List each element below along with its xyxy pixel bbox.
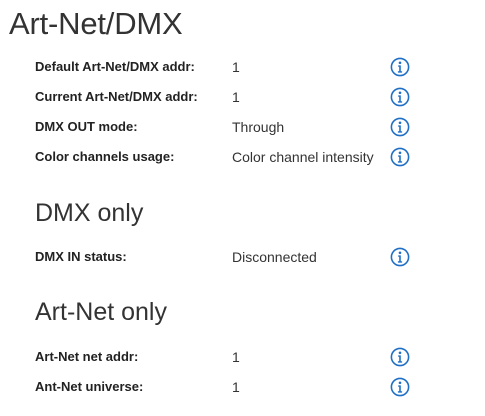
artnet-universe-row: Ant-Net universe: 1 [35, 376, 415, 398]
row-label: Default Art-Net/DMX addr: [35, 59, 195, 74]
row-label: Color channels usage: [35, 149, 175, 164]
section-title-artnet-only: Art-Net only [35, 298, 167, 326]
info-icon[interactable] [390, 347, 410, 367]
row-label: DMX IN status: [35, 249, 127, 264]
default-artnet-dmx-addr-row: Default Art-Net/DMX addr: 1 [35, 56, 415, 78]
row-label: Current Art-Net/DMX addr: [35, 89, 198, 104]
row-value: 1 [232, 89, 240, 105]
row-value: Disconnected [232, 249, 317, 265]
dmx-out-mode-row: DMX OUT mode: Through [35, 116, 415, 138]
row-value: 1 [232, 349, 240, 365]
section-title-dmx-only: DMX only [35, 199, 144, 227]
info-icon[interactable] [390, 57, 410, 77]
row-value: 1 [232, 379, 240, 395]
current-artnet-dmx-addr-row: Current Art-Net/DMX addr: 1 [35, 86, 415, 108]
page-title: Art-Net/DMX [9, 6, 183, 41]
artnet-net-addr-row: Art-Net net addr: 1 [35, 346, 415, 368]
row-value: Through [232, 119, 285, 135]
row-label: Ant-Net universe: [35, 379, 144, 394]
row-value: Color channel intensity [232, 149, 374, 165]
info-icon[interactable] [390, 147, 410, 167]
info-icon[interactable] [390, 87, 410, 107]
row-label: Art-Net net addr: [35, 349, 139, 364]
row-value: 1 [232, 59, 240, 75]
info-icon[interactable] [390, 117, 410, 137]
row-label: DMX OUT mode: [35, 119, 138, 134]
info-icon[interactable] [390, 377, 410, 397]
dmx-in-status-row: DMX IN status: Disconnected [35, 246, 415, 268]
info-icon[interactable] [390, 247, 410, 267]
color-channels-usage-row: Color channels usage: Color channel inte… [35, 146, 415, 168]
